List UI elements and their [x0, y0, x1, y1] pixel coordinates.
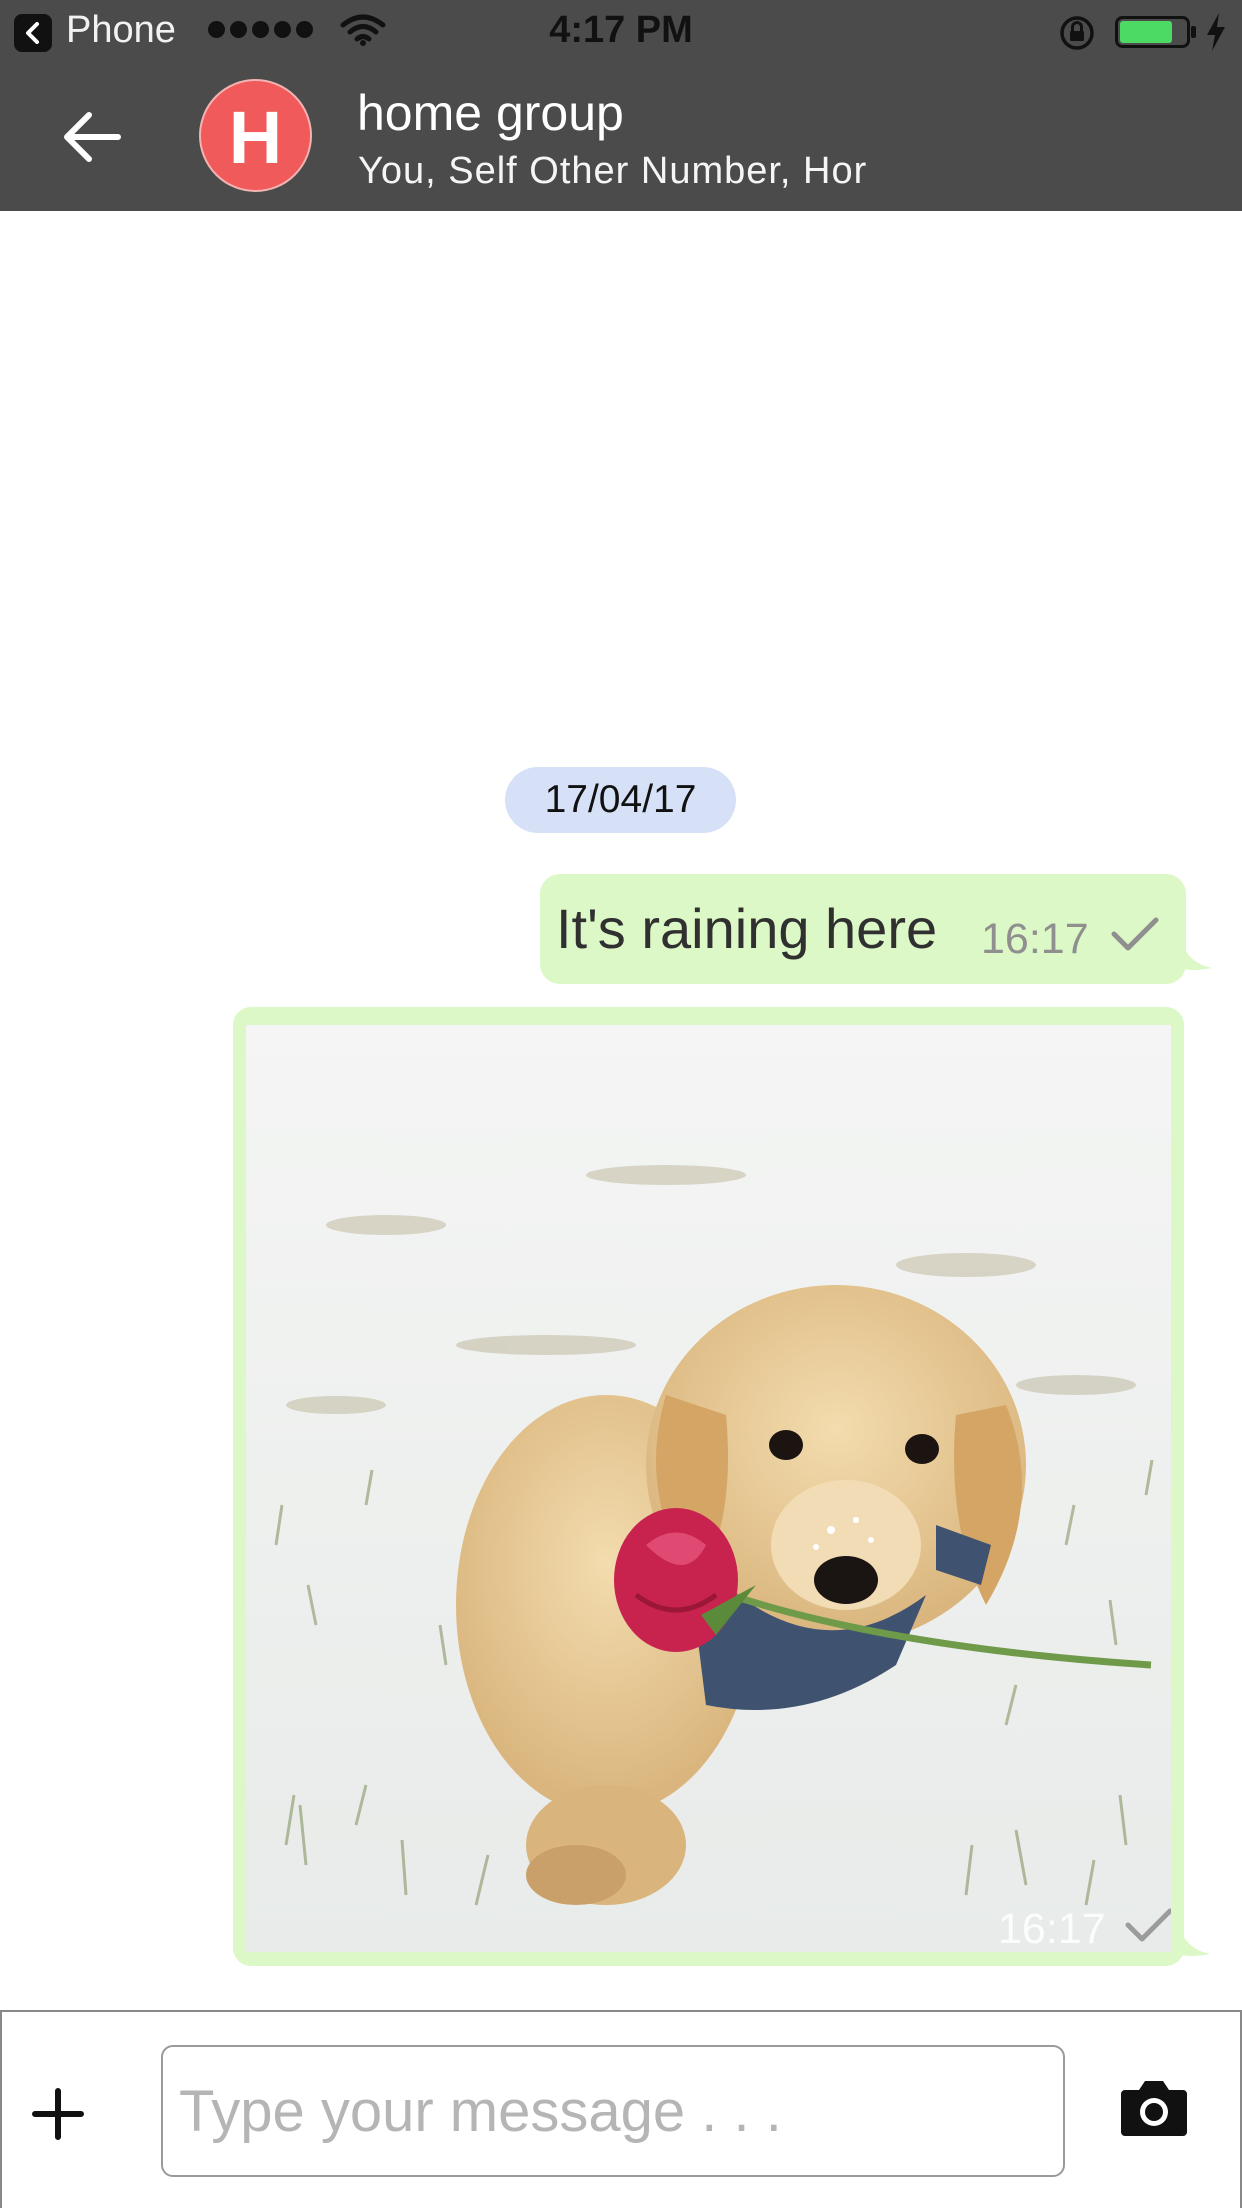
rotation-lock-icon	[1060, 16, 1094, 50]
message-time: 16:17	[981, 915, 1089, 963]
message-text: It's raining here	[556, 897, 938, 960]
group-avatar[interactable]: H	[199, 79, 312, 192]
battery-icon	[1115, 16, 1196, 48]
outgoing-image-message[interactable]: 16:17	[233, 1007, 1184, 1966]
message-input[interactable]	[161, 2045, 1065, 2177]
image-bubble-tail	[1178, 1920, 1210, 1956]
status-time: 4:17 PM	[549, 9, 693, 51]
image-sent-check-icon	[1125, 1908, 1171, 1942]
date-separator: 17/04/17	[505, 767, 736, 833]
back-arrow-icon[interactable]	[62, 110, 122, 164]
charging-bolt-icon	[1207, 13, 1225, 51]
attach-plus-icon[interactable]	[32, 2088, 84, 2140]
image-message-time: 16:17	[998, 1905, 1106, 1952]
shared-photo-puppy-in-snow[interactable]: 16:17	[246, 1025, 1171, 1952]
message-composer	[0, 2010, 1242, 2208]
top-bar: Phone 4:17 PM H home group You, Self Oth…	[0, 0, 1242, 211]
chat-members-subtitle: You, Self Other Number, Hor	[358, 150, 868, 192]
sent-check-icon	[1111, 917, 1159, 951]
bubble-tail	[1180, 934, 1212, 970]
outgoing-text-message[interactable]: It's raining here 16:17	[540, 874, 1186, 984]
status-bar: Phone 4:17 PM	[0, 0, 1242, 62]
camera-icon[interactable]	[1119, 2076, 1189, 2138]
chat-title[interactable]: home group	[357, 84, 624, 142]
